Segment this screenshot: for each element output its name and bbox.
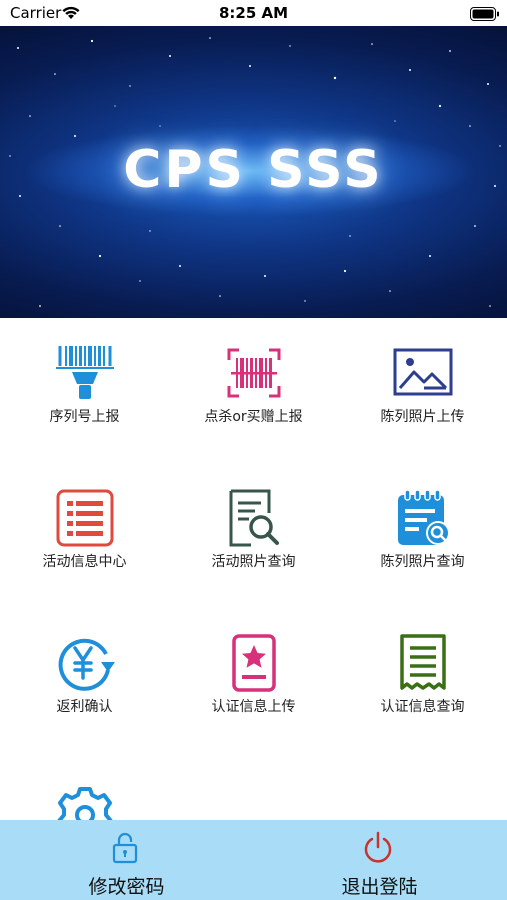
menu-item-label: 陈列照片查询 xyxy=(380,554,465,570)
power-icon xyxy=(363,830,393,864)
logout-button[interactable]: 退出登陆 xyxy=(253,820,506,900)
document-search-icon xyxy=(223,489,285,547)
calendar-search-icon xyxy=(392,489,454,547)
menu-item-label: 序列号上报 xyxy=(49,409,120,425)
hero-banner: CPS SSS xyxy=(0,26,507,318)
menu-item-activity-info-center[interactable]: 活动信息中心 xyxy=(0,463,169,608)
menu-item-rebate-confirm[interactable]: 返利确认 xyxy=(0,608,169,753)
document-list-icon xyxy=(54,489,116,547)
change-password-label: 修改密码 xyxy=(88,876,165,898)
menu-item-label: 陈列照片上传 xyxy=(380,409,465,425)
logout-label: 退出登陆 xyxy=(341,876,418,898)
yuan-refresh-icon xyxy=(54,634,116,692)
barcode-scanner-icon xyxy=(54,344,116,402)
menu-item-label: 活动照片查询 xyxy=(211,554,296,570)
menu-item-label: 认证信息查询 xyxy=(380,699,465,715)
menu-item-cert-upload[interactable]: 认证信息上传 xyxy=(169,608,338,753)
battery-icon xyxy=(470,6,500,25)
menu-item-label: 返利确认 xyxy=(56,699,113,715)
certificate-star-icon xyxy=(223,634,285,692)
menu-item-serial-report[interactable]: 序列号上报 xyxy=(0,318,169,463)
clock: 8:25 AM xyxy=(218,4,289,22)
menu-item-cert-query[interactable]: 认证信息查询 xyxy=(338,608,507,753)
menu-item-label: 认证信息上传 xyxy=(211,699,296,715)
menu-item-label: 点杀or买赠上报 xyxy=(204,409,303,425)
image-icon xyxy=(392,344,454,402)
barcode-scan-frame-icon xyxy=(223,344,285,402)
menu-item-label: 活动信息中心 xyxy=(42,554,127,570)
change-password-button[interactable]: 修改密码 xyxy=(0,820,253,900)
menu-item-display-photo-query[interactable]: 陈列照片查询 xyxy=(338,463,507,608)
lock-icon xyxy=(110,830,140,864)
menu-item-display-photo-upload[interactable]: 陈列照片上传 xyxy=(338,318,507,463)
menu-item-activity-photo-query[interactable]: 活动照片查询 xyxy=(169,463,338,608)
receipt-icon xyxy=(392,634,454,692)
menu-item-promo-report[interactable]: 点杀or买赠上报 xyxy=(169,318,338,463)
banner-title: CPS SSS xyxy=(123,140,384,200)
bottom-action-bar: 修改密码 退出登陆 xyxy=(0,820,507,900)
status-bar: Carrier 8:25 AM xyxy=(0,0,507,26)
